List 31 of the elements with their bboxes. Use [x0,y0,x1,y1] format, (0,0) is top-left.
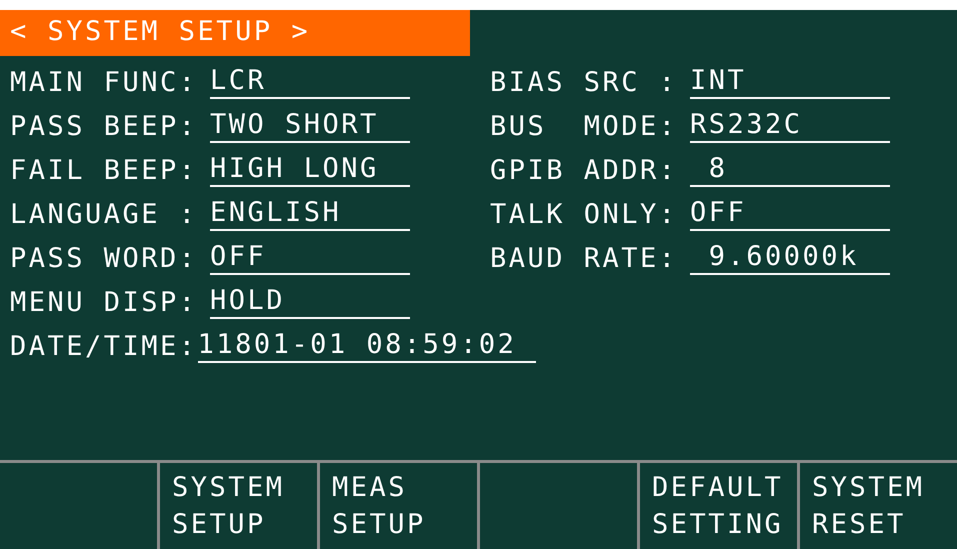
field-value[interactable]: 11801-01 08:59:02 [198,329,536,363]
field-label: LANGUAGE : [10,199,199,231]
field-label: TALK ONLY: [490,199,679,231]
field-label: BUS MODE: [490,111,679,143]
field-value[interactable]: 9.60000k [690,241,890,275]
field-value[interactable]: HOLD [210,285,410,319]
screen-title: < SYSTEM SETUP > [0,10,470,56]
field-label: MAIN FUNC: [10,67,199,99]
field-value[interactable]: RS232C [690,109,890,143]
field-label: PASS BEEP: [10,111,199,143]
field-value[interactable]: OFF [210,241,410,275]
softkey-button[interactable]: DEFAULT SETTING [640,463,797,549]
field-label: BAUD RATE: [490,243,679,275]
field-value[interactable]: INT [690,65,890,99]
field-label: FAIL BEEP: [10,155,199,187]
field-label: BIAS SRC : [490,67,679,99]
field-label: GPIB ADDR: [490,155,679,187]
field-label: MENU DISP: [10,287,199,319]
field-label: DATE/TIME: [10,331,198,363]
field-value[interactable]: LCR [210,65,410,99]
blank-softkey[interactable] [480,463,637,549]
field-value[interactable]: OFF [690,197,890,231]
softkey-button[interactable]: MEAS SETUP [320,463,477,549]
field-label: PASS WORD: [10,243,199,275]
softkey-button[interactable]: SYSTEM SETUP [160,463,317,549]
field-value[interactable]: ENGLISH [210,197,410,231]
field-value[interactable]: TWO SHORT [210,109,410,143]
field-value[interactable]: HIGH LONG [210,153,410,187]
blank-softkey[interactable] [0,463,157,549]
softkey-button[interactable]: SYSTEM RESET [800,463,957,549]
field-value[interactable]: 8 [690,153,890,187]
